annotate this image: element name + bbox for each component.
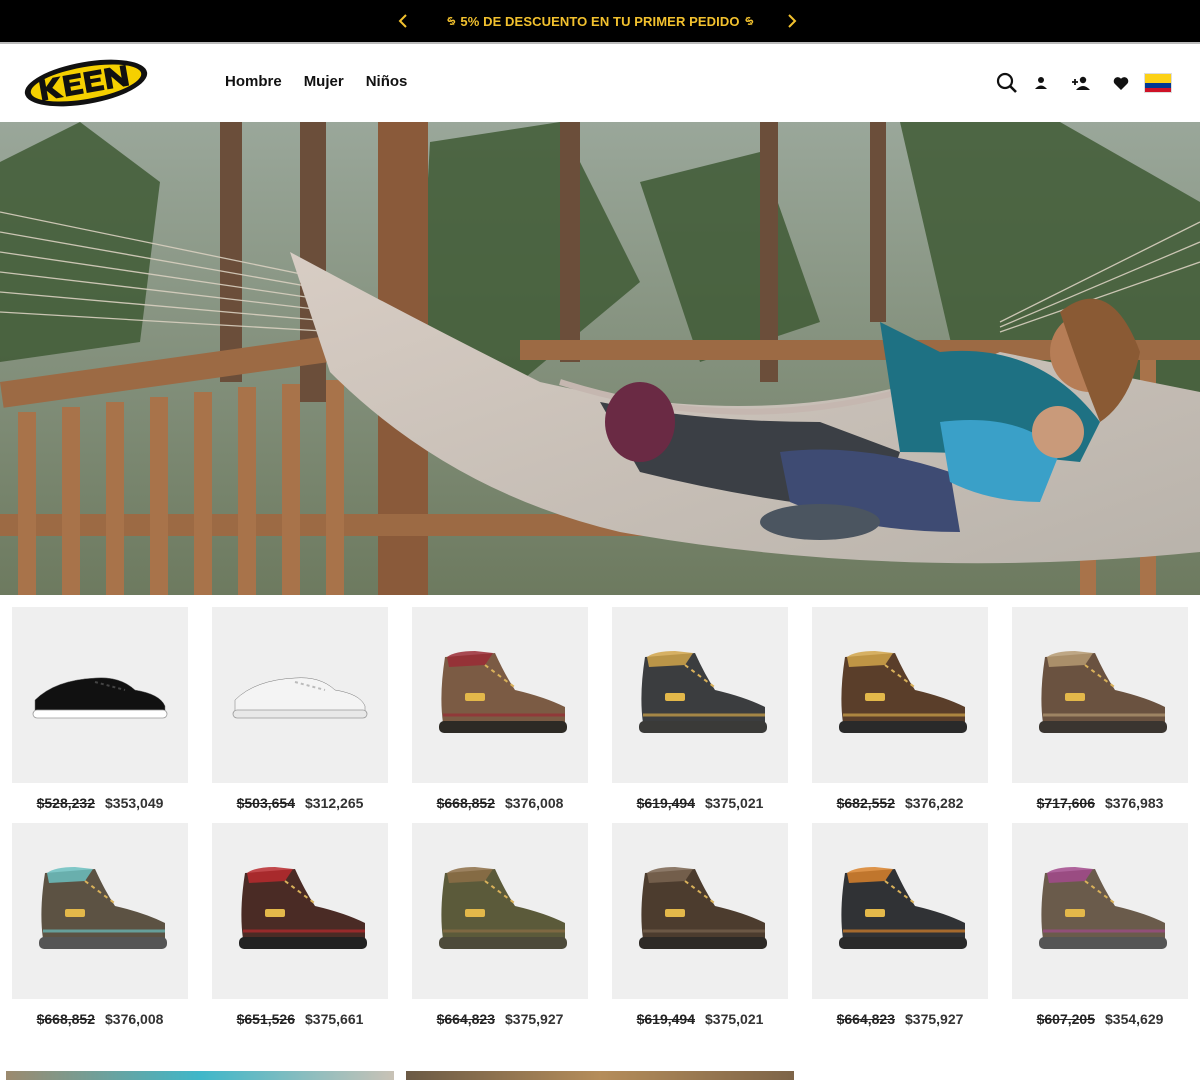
original-price: $651,526 [236, 1011, 295, 1027]
original-price: $619,494 [636, 1011, 695, 1027]
product-card[interactable]: $682,552 $376,282 [812, 607, 988, 817]
bolt-icon: $ [444, 13, 458, 29]
sale-price: $375,021 [705, 1011, 764, 1027]
product-price: $528,232 $353,049 [12, 795, 188, 811]
original-price: $503,654 [236, 795, 295, 811]
sale-price: $376,008 [105, 1011, 164, 1027]
product-image[interactable] [1012, 607, 1188, 783]
sale-price: $375,021 [705, 795, 764, 811]
original-price: $717,606 [1036, 795, 1095, 811]
sale-price: $376,983 [1105, 795, 1164, 811]
add-user-icon[interactable] [1068, 70, 1094, 96]
product-card[interactable]: $717,606 $376,983 [1012, 607, 1188, 817]
product-card[interactable]: $528,232 $353,049 [12, 607, 188, 817]
product-card[interactable]: $503,654 $312,265 [212, 607, 388, 817]
promo-bar: $ 5% DE DESCUENTO EN TU PRIMER PEDIDO $ [0, 0, 1200, 42]
original-price: $607,205 [1036, 1011, 1095, 1027]
product-image[interactable] [212, 823, 388, 999]
colombia-flag-icon[interactable] [1144, 73, 1172, 93]
product-card[interactable]: $619,494 $375,021 [612, 823, 788, 1033]
product-image[interactable] [12, 823, 188, 999]
product-price: $664,823 $375,927 [812, 1011, 988, 1027]
sale-price: $375,927 [505, 1011, 564, 1027]
sale-price: $376,008 [505, 795, 564, 811]
sale-price: $375,661 [305, 1011, 364, 1027]
product-card[interactable]: $664,823 $375,927 [812, 823, 988, 1033]
chevron-left-icon[interactable] [393, 11, 413, 31]
product-price: $651,526 $375,661 [212, 1011, 388, 1027]
promo-banner-middle[interactable] [406, 1071, 794, 1080]
search-icon[interactable] [994, 70, 1020, 96]
product-price: $668,852 $376,008 [412, 795, 588, 811]
product-card[interactable]: $619,494 $375,021 [612, 607, 788, 817]
product-image[interactable] [1012, 823, 1188, 999]
product-image[interactable] [612, 823, 788, 999]
keen-logo[interactable] [22, 56, 152, 110]
product-price: $607,205 $354,629 [1012, 1011, 1188, 1027]
original-price: $682,552 [836, 795, 895, 811]
product-card[interactable]: $668,852 $376,008 [412, 607, 588, 817]
product-price: $717,606 $376,983 [1012, 795, 1188, 811]
heart-icon[interactable] [1108, 70, 1134, 96]
product-price: $619,494 $375,021 [612, 795, 788, 811]
promo-banner-left[interactable] [6, 1071, 394, 1080]
product-image[interactable] [812, 823, 988, 999]
original-price: $668,852 [436, 795, 495, 811]
nav-ninos[interactable]: Niños [366, 73, 408, 90]
sale-price: $353,049 [105, 795, 164, 811]
product-image[interactable] [412, 607, 588, 783]
sale-price: $354,629 [1105, 1011, 1164, 1027]
product-price: $668,852 $376,008 [12, 1011, 188, 1027]
bolt-icon: $ [742, 13, 756, 29]
promo-message[interactable]: $ 5% DE DESCUENTO EN TU PRIMER PEDIDO $ [444, 13, 756, 29]
product-price: $503,654 $312,265 [212, 795, 388, 811]
product-card[interactable]: $668,852 $376,008 [12, 823, 188, 1033]
original-price: $668,852 [36, 1011, 95, 1027]
sale-price: $312,265 [305, 795, 364, 811]
promo-text: 5% DE DESCUENTO EN TU PRIMER PEDIDO [460, 13, 740, 29]
hero-banner[interactable] [0, 122, 1200, 595]
product-price: $619,494 $375,021 [612, 1011, 788, 1027]
original-price: $664,823 [836, 1011, 895, 1027]
product-image[interactable] [212, 607, 388, 783]
product-image[interactable] [412, 823, 588, 999]
main-nav: Hombre Mujer Niños [225, 73, 407, 90]
product-card[interactable]: $664,823 $375,927 [412, 823, 588, 1033]
product-price: $682,552 $376,282 [812, 795, 988, 811]
original-price: $528,232 [36, 795, 95, 811]
original-price: $664,823 [436, 1011, 495, 1027]
user-icon[interactable] [1028, 70, 1054, 96]
header-tools [994, 70, 1172, 96]
chevron-right-icon[interactable] [782, 11, 802, 31]
product-price: $664,823 $375,927 [412, 1011, 588, 1027]
product-image[interactable] [812, 607, 988, 783]
product-image[interactable] [12, 607, 188, 783]
original-price: $619,494 [636, 795, 695, 811]
hero-image [0, 122, 1200, 595]
product-card[interactable]: $607,205 $354,629 [1012, 823, 1188, 1033]
nav-hombre[interactable]: Hombre [225, 73, 282, 90]
sale-price: $376,282 [905, 795, 964, 811]
product-card[interactable]: $651,526 $375,661 [212, 823, 388, 1033]
nav-mujer[interactable]: Mujer [304, 73, 344, 90]
product-image[interactable] [612, 607, 788, 783]
sale-price: $375,927 [905, 1011, 964, 1027]
site-header: Hombre Mujer Niños [0, 44, 1200, 122]
